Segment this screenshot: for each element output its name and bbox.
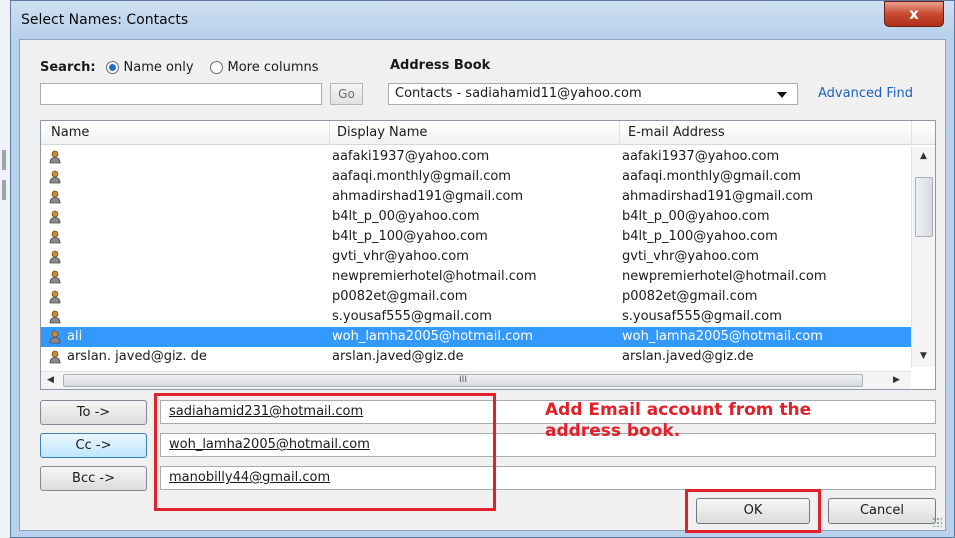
contact-icon — [49, 170, 61, 184]
more-columns-radio[interactable] — [209, 60, 223, 74]
contact-row[interactable]: ahmadirshad191@gmail.com ahmadirshad191@g… — [41, 187, 911, 207]
contact-email: s.yousaf555@gmail.com — [622, 309, 782, 324]
contact-row[interactable]: b4lt_p_100@yahoo.com b4lt_p_100@yahoo.com — [41, 227, 911, 247]
chevron-down-icon — [777, 92, 787, 98]
resize-grip-icon[interactable] — [932, 517, 942, 527]
name-only-radio[interactable] — [105, 60, 119, 74]
contact-icon — [49, 270, 61, 284]
column-divider[interactable] — [329, 121, 330, 145]
contact-name: ali — [67, 329, 83, 344]
contact-row[interactable]: p0082et@gmail.com p0082et@gmail.com — [41, 287, 911, 307]
contact-email: aafaki1937@yahoo.com — [622, 149, 780, 164]
column-header-display-name[interactable]: Display Name — [337, 125, 427, 140]
scroll-grip: III — [459, 375, 467, 385]
column-header-name[interactable]: Name — [51, 125, 89, 140]
horizontal-scrollbar[interactable]: ◀ III ▶ — [41, 371, 911, 389]
select-names-dialog: Select Names: Contacts x Search: Name on… — [10, 0, 955, 538]
cancel-button[interactable]: Cancel — [828, 498, 936, 524]
contact-display-name: newpremierhotel@hotmail.com — [332, 269, 537, 284]
contact-icon — [49, 310, 61, 324]
contact-display-name: gvti_vhr@yahoo.com — [332, 249, 469, 264]
scroll-right-icon[interactable]: ▶ — [893, 375, 900, 385]
contact-display-name: p0082et@gmail.com — [332, 289, 468, 304]
search-label: Search: — [40, 59, 96, 75]
contact-row[interactable]: aafaqi.monthly@gmail.com aafaqi.monthly@g… — [41, 167, 911, 187]
scroll-thumb[interactable] — [915, 177, 933, 237]
go-button[interactable]: Go — [330, 83, 363, 105]
contact-email: p0082et@gmail.com — [622, 289, 758, 304]
contact-email: aafaqi.monthly@gmail.com — [622, 169, 801, 184]
address-book-label: Address Book — [390, 58, 491, 73]
contact-email: gvti_vhr@yahoo.com — [622, 249, 759, 264]
dialog-title: Select Names: Contacts — [21, 12, 189, 28]
contact-row[interactable]: gvti_vhr@yahoo.com gvti_vhr@yahoo.com — [41, 247, 911, 267]
scroll-thumb[interactable]: III — [63, 374, 863, 387]
contact-icon — [49, 350, 61, 364]
contact-email: newpremierhotel@hotmail.com — [622, 269, 827, 284]
dialog-body: Search: Name only More columns Address B… — [19, 39, 946, 533]
contact-display-name: aafaqi.monthly@gmail.com — [332, 169, 511, 184]
address-book-selected: Contacts - sadiahamid11@yahoo.com — [395, 86, 642, 101]
contact-icon — [49, 210, 61, 224]
contact-icon — [49, 150, 61, 164]
contact-email: arslan.javed@giz.de — [622, 349, 754, 364]
contact-row[interactable]: arslan. javed@giz. de arslan.javed@giz.de… — [41, 347, 911, 367]
column-divider[interactable] — [911, 121, 912, 145]
edge-mark — [2, 180, 6, 200]
contact-icon — [49, 230, 61, 244]
contact-row[interactable]: newpremierhotel@hotmail.com newpremierhot… — [41, 267, 911, 287]
contact-name: arslan. javed@giz. de — [67, 349, 207, 364]
contact-email: b4lt_p_00@yahoo.com — [622, 209, 770, 224]
list-header: Name Display Name E-mail Address — [41, 121, 935, 145]
contact-display-name: aafaki1937@yahoo.com — [332, 149, 490, 164]
close-icon: x — [909, 5, 919, 23]
contact-display-name: b4lt_p_100@yahoo.com — [332, 229, 488, 244]
contact-display-name: ahmadirshad191@gmail.com — [332, 189, 524, 204]
contact-rows: aafaki1937@yahoo.com aafaki1937@yahoo.com… — [41, 147, 911, 367]
close-button[interactable]: x — [884, 1, 944, 27]
bcc-button[interactable]: Bcc -> — [40, 466, 147, 491]
contact-display-name: s.yousaf555@gmail.com — [332, 309, 492, 324]
contact-display-name: b4lt_p_00@yahoo.com — [332, 209, 480, 224]
column-divider[interactable] — [619, 121, 620, 145]
contact-icon — [49, 250, 61, 264]
annotation-highlight-recipients — [154, 393, 496, 511]
more-columns-label[interactable]: More columns — [228, 60, 319, 75]
contact-row[interactable]: b4lt_p_00@yahoo.com b4lt_p_00@yahoo.com — [41, 207, 911, 227]
address-book-dropdown[interactable]: Contacts - sadiahamid11@yahoo.com — [388, 83, 798, 105]
ok-button[interactable]: OK — [696, 498, 810, 524]
background-window-edge — [0, 0, 10, 538]
search-input[interactable] — [40, 83, 322, 105]
name-only-label[interactable]: Name only — [124, 60, 194, 75]
title-bar[interactable]: Select Names: Contacts x — [11, 1, 954, 39]
contact-row[interactable]: ali woh_lamha2005@hotmail.com woh_lamha200… — [41, 327, 911, 347]
contact-icon — [49, 290, 61, 304]
edge-mark — [2, 150, 6, 170]
contacts-list[interactable]: Name Display Name E-mail Address aafaki1… — [40, 120, 936, 390]
cc-button[interactable]: Cc -> — [40, 433, 147, 458]
contact-email: ahmadirshad191@gmail.com — [622, 189, 814, 204]
annotation-text: Add Email account from the address book. — [545, 400, 812, 441]
column-header-email[interactable]: E-mail Address — [628, 125, 725, 140]
contact-icon — [49, 330, 61, 344]
advanced-find-link[interactable]: Advanced Find — [818, 86, 913, 101]
contact-email: woh_lamha2005@hotmail.com — [622, 329, 823, 344]
scroll-up-icon[interactable]: ▲ — [920, 151, 927, 161]
contact-row[interactable]: aafaki1937@yahoo.com aafaki1937@yahoo.com — [41, 147, 911, 167]
to-button[interactable]: To -> — [40, 400, 147, 425]
scroll-down-icon[interactable]: ▼ — [920, 351, 927, 361]
contact-display-name: woh_lamha2005@hotmail.com — [332, 329, 533, 344]
vertical-scrollbar[interactable]: ▲ ▼ — [911, 147, 935, 367]
contact-icon — [49, 190, 61, 204]
contact-email: b4lt_p_100@yahoo.com — [622, 229, 778, 244]
search-options: Search: Name only More columns — [40, 58, 335, 76]
contact-row[interactable]: s.yousaf555@gmail.com s.yousaf555@gmail.c… — [41, 307, 911, 327]
scroll-left-icon[interactable]: ◀ — [47, 375, 54, 385]
contact-display-name: arslan.javed@giz.de — [332, 349, 464, 364]
